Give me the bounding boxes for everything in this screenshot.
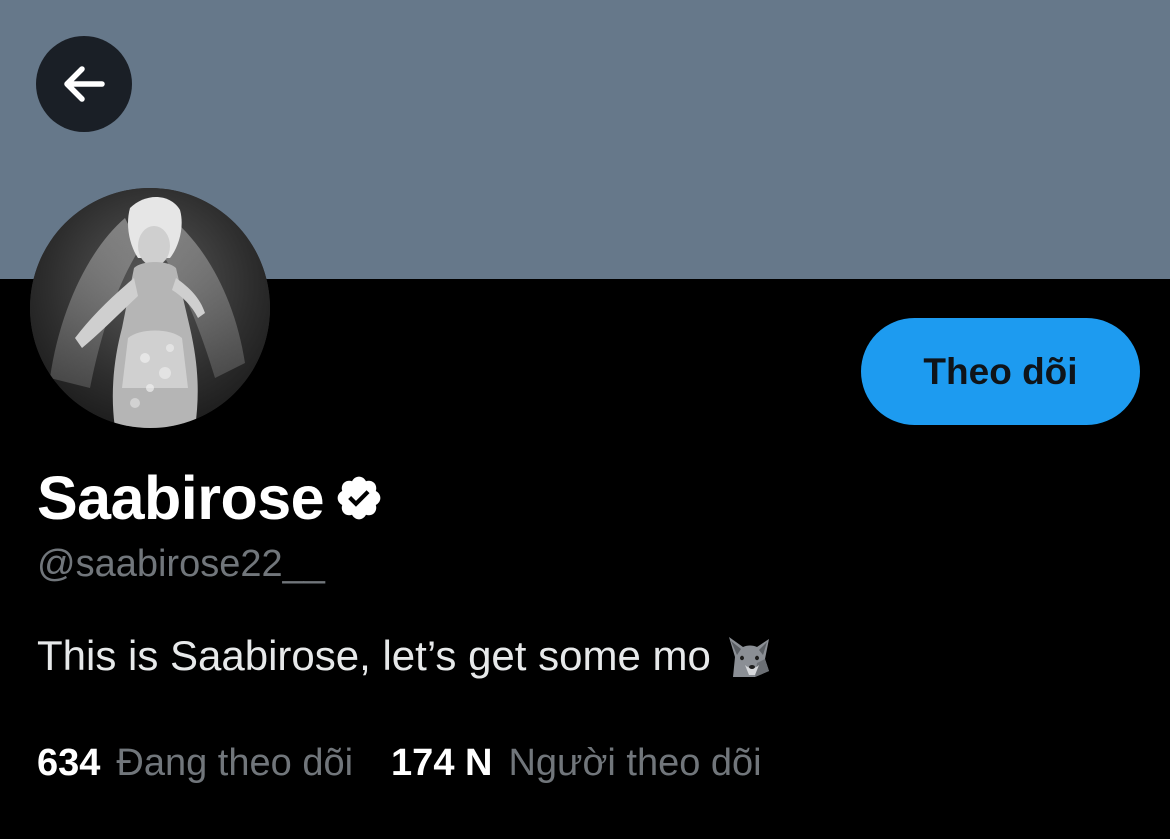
followers-count: 174 N — [391, 742, 493, 784]
profile-stats: 634 Đang theo dõi 174 N Người theo dõi — [37, 737, 762, 789]
followers-stat[interactable]: 174 N Người theo dõi — [391, 737, 762, 789]
display-name: Saabirose — [37, 464, 325, 532]
back-button[interactable] — [36, 36, 132, 132]
followers-label: Người theo dõi — [508, 742, 762, 784]
wolf-emoji — [728, 637, 769, 677]
follow-button[interactable]: Theo dõi — [861, 318, 1140, 425]
following-stat[interactable]: 634 Đang theo dõi — [37, 737, 353, 789]
verified-badge-icon — [337, 476, 381, 520]
profile-page: Theo dõi Saabirose @saabirose22__ This i… — [0, 0, 1170, 839]
profile-bio: This is Saabirose, let’s get some mo — [37, 628, 775, 684]
bio-text: This is Saabirose, let’s get some mo — [37, 632, 711, 679]
profile-photo — [30, 188, 270, 428]
following-label: Đang theo dõi — [116, 742, 354, 784]
name-row: Saabirose — [37, 463, 384, 533]
profile-handle: @saabirose22__ — [37, 543, 325, 585]
following-count: 634 — [37, 742, 101, 784]
arrow-left-icon — [64, 66, 105, 102]
avatar[interactable] — [30, 188, 270, 428]
